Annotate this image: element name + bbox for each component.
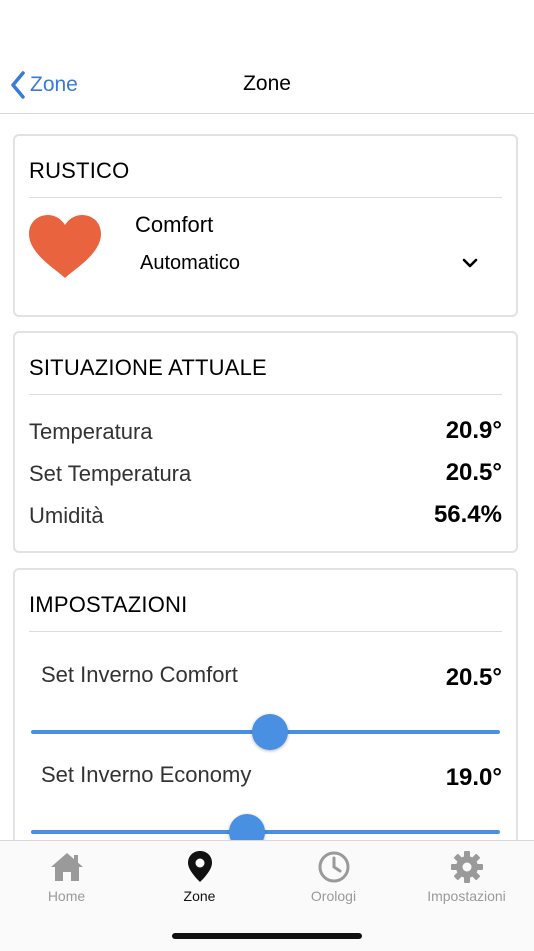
mode-select[interactable]: Automatico [140,246,480,278]
current-status-title: SITUAZIONE ATTUALE [29,355,267,380]
divider [29,394,502,395]
temperature-row: Temperatura 20.9° [29,413,502,447]
row-value: 20.5° [445,459,502,486]
tab-label: Impostazioni [427,888,506,904]
gear-icon [450,851,483,883]
row-label: Set Temperatura [29,461,192,486]
heart-icon [29,215,101,278]
location-pin-icon [187,851,212,882]
tab-label: Home [47,888,86,904]
setting-value: 20.5° [445,664,502,691]
settings-card: IMPOSTAZIONI Set Inverno Comfort 20.5° S… [13,568,518,840]
setting-winter-comfort: Set Inverno Comfort 20.5° [29,662,502,762]
tab-label: Zone [183,888,216,904]
chevron-down-icon [462,258,478,268]
slider-thumb[interactable] [228,814,265,840]
row-label: Temperatura [29,419,153,444]
setting-label: Set Inverno Comfort [41,662,238,687]
row-value: 20.9° [445,417,502,444]
home-icon [50,853,83,881]
divider [29,197,502,198]
page-title: Zone [243,72,291,95]
clock-icon [318,851,349,883]
humidity-row: Umidità 56.4% [29,497,502,531]
tab-label: Orologi [310,888,357,904]
mode-select-value: Automatico [140,252,241,274]
zone-card: RUSTICO Comfort Automatico [13,134,518,317]
winter-economy-slider[interactable] [31,814,500,840]
winter-comfort-slider[interactable] [31,714,500,750]
navigation-bar: Zone Zone [0,0,534,114]
current-status-card: SITUAZIONE ATTUALE Temperatura 20.9° Set… [13,331,518,553]
setting-winter-economy: Set Inverno Economy 19.0° [29,762,502,840]
tab-zone[interactable]: Zone [133,841,266,911]
zone-title: RUSTICO [29,158,130,183]
tab-clocks[interactable]: Orologi [267,841,400,911]
set-temperature-row: Set Temperatura 20.5° [29,455,502,489]
row-value: 56.4% [433,501,502,528]
tab-home[interactable]: Home [0,841,133,911]
slider-thumb[interactable] [252,714,289,750]
tab-settings[interactable]: Impostazioni [400,841,533,911]
home-indicator [172,933,362,939]
scroll-content[interactable]: RUSTICO Comfort Automatico SITUAZIONE AT… [0,114,534,840]
settings-title: IMPOSTAZIONI [29,592,188,617]
setting-value: 19.0° [445,764,502,791]
divider [29,631,502,632]
row-label: Umidità [29,503,104,528]
slider-track [31,830,500,834]
comfort-mode-label: Comfort [135,212,214,237]
setting-label: Set Inverno Economy [41,762,252,787]
